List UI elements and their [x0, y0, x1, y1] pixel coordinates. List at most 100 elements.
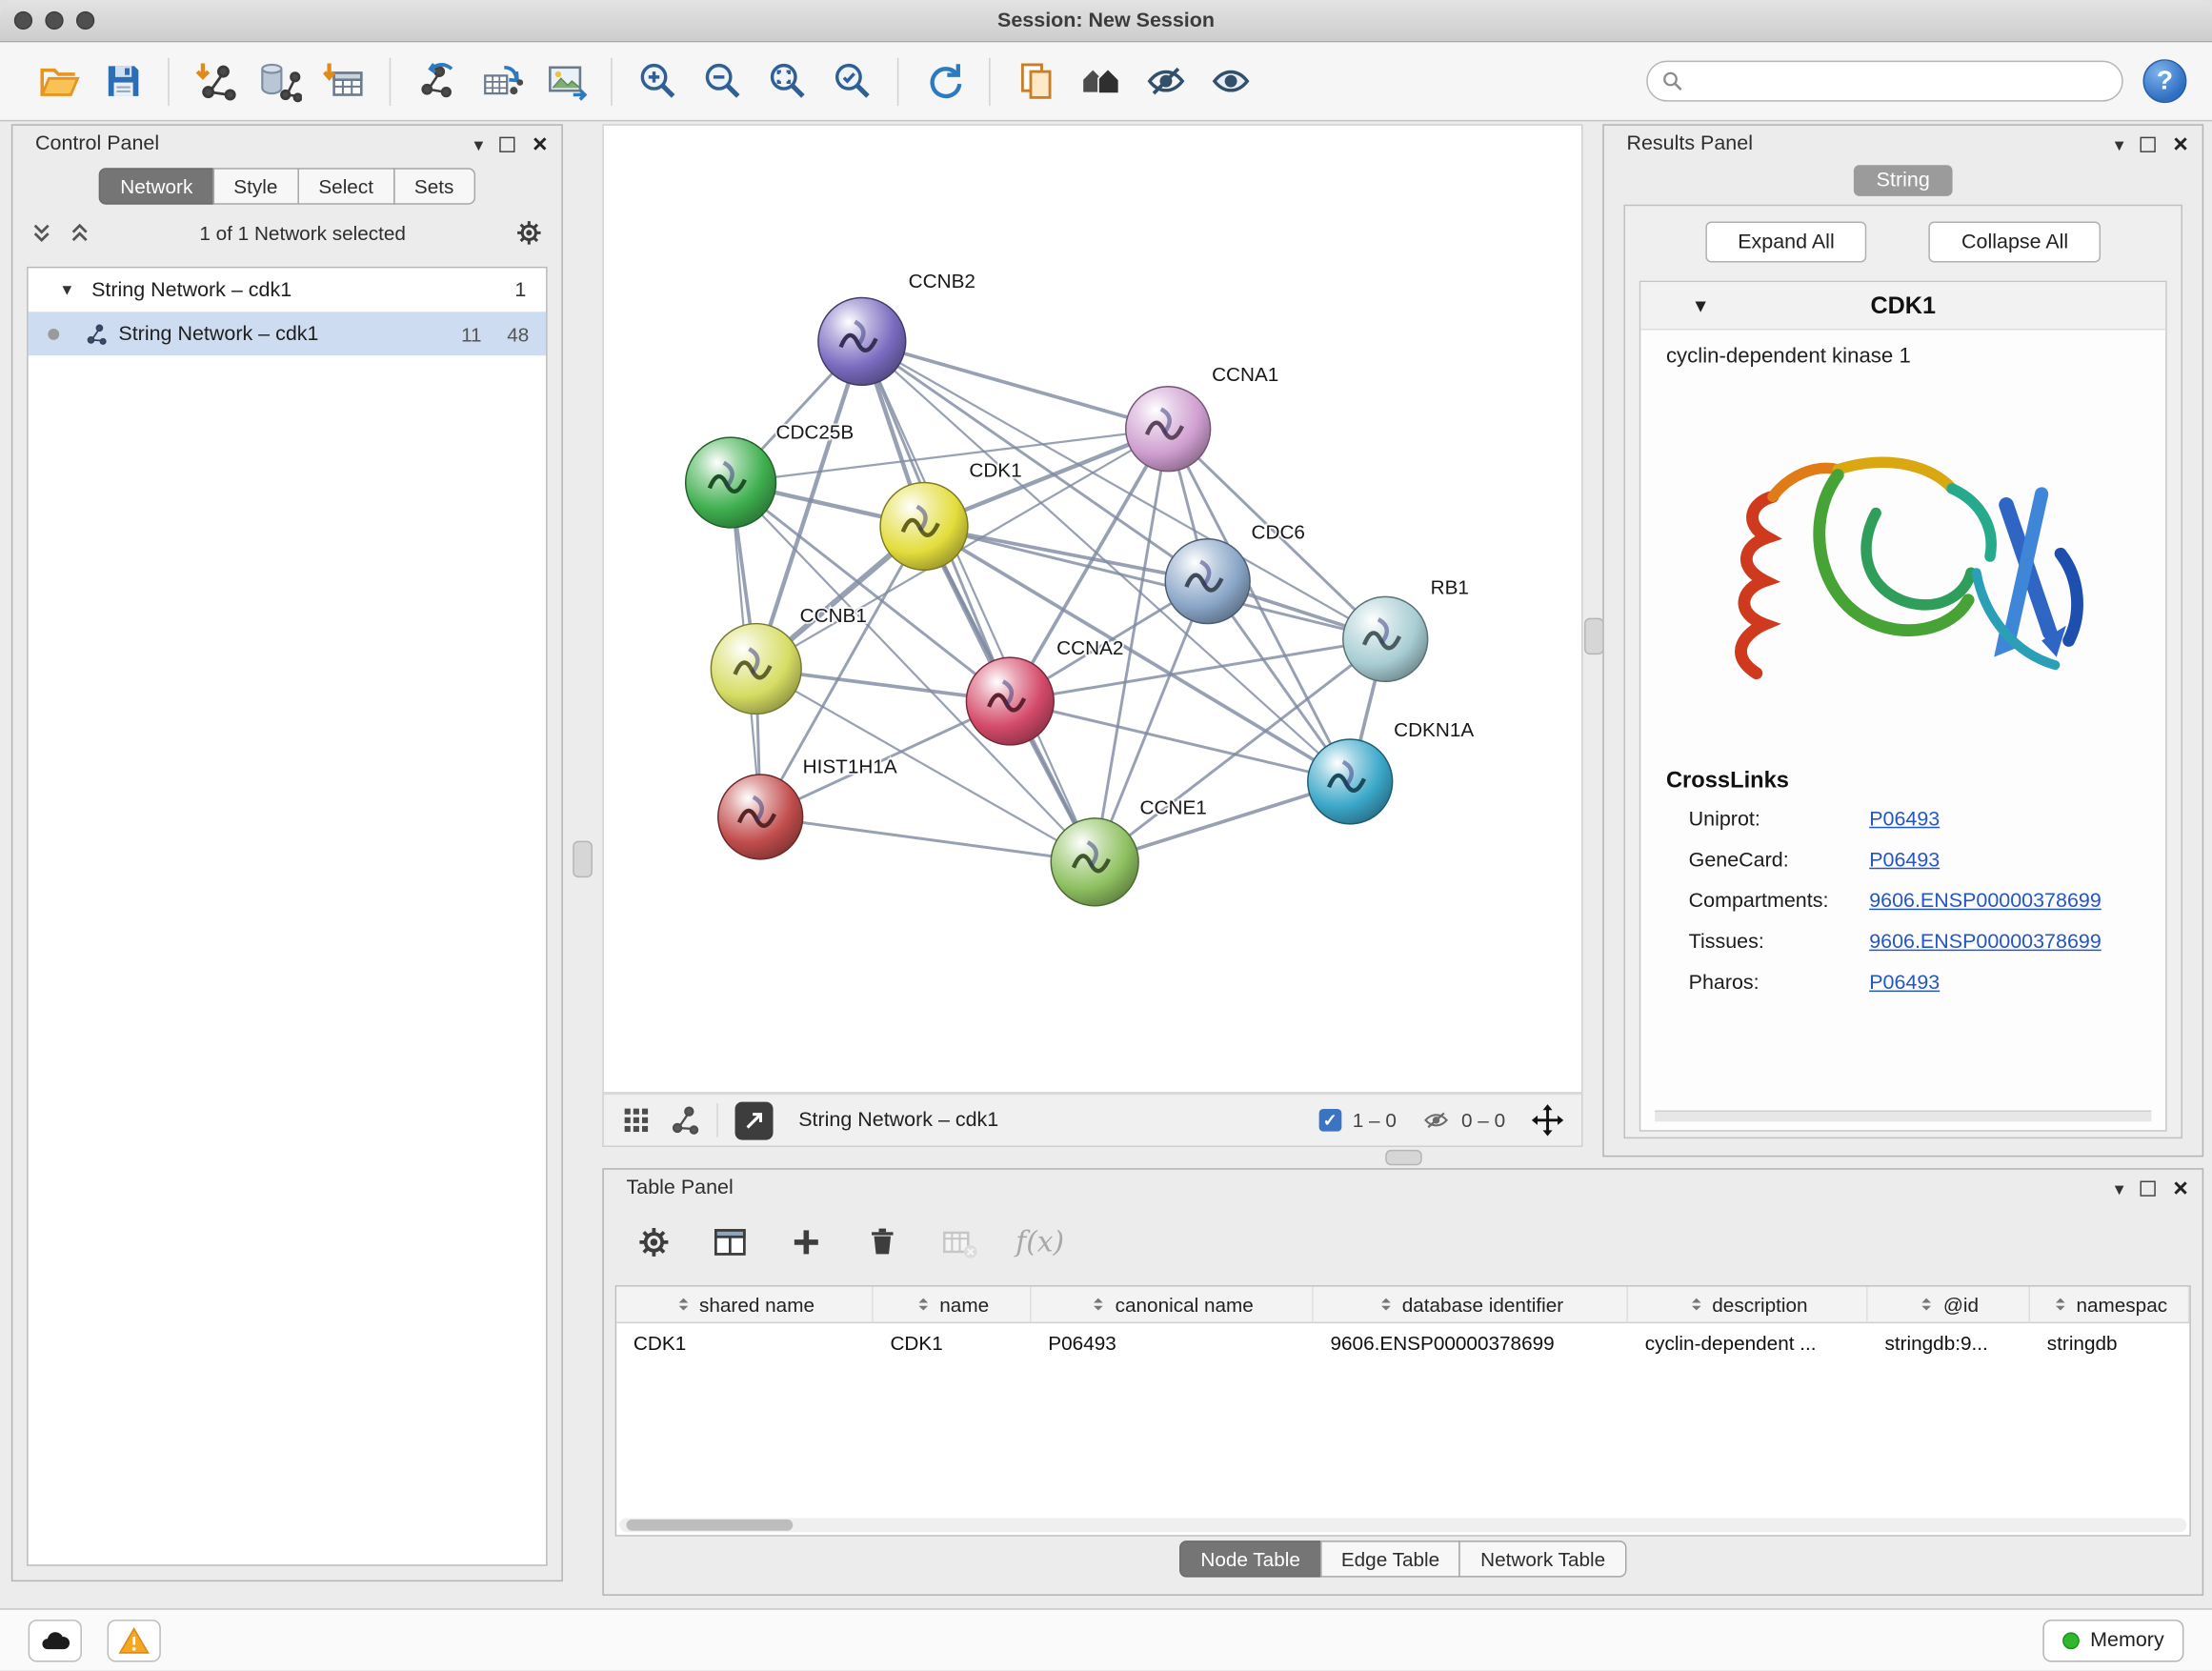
scrollbar-thumb[interactable]	[627, 1520, 794, 1531]
new-network-from-selection-button[interactable]	[1003, 50, 1068, 112]
gene-symbol: CDK1	[1870, 292, 1936, 320]
move-mode-icon[interactable]	[1531, 1103, 1565, 1137]
cell-description[interactable]: cyclin-dependent ...	[1628, 1323, 1868, 1361]
crosslink-row: Compartments: 9606.ENSP00000378699	[1666, 890, 2141, 913]
tree-expand-icon[interactable]: ▼	[59, 281, 74, 298]
tab-select[interactable]: Select	[297, 168, 394, 205]
panel-close-icon[interactable]: ×	[2173, 1176, 2188, 1201]
delete-column-icon[interactable]	[863, 1222, 901, 1260]
cell-shared-name[interactable]: CDK1	[616, 1323, 874, 1361]
network-edge[interactable]	[862, 341, 1095, 861]
panel-float-icon[interactable]	[2141, 136, 2156, 151]
panel-menu-icon[interactable]: ▾	[2115, 134, 2124, 152]
import-table-button[interactable]	[312, 50, 376, 112]
column-header[interactable]: shared name	[616, 1287, 874, 1324]
cell-id[interactable]: stringdb:9...	[1868, 1323, 2030, 1361]
export-image-icon	[544, 59, 588, 103]
show-columns-icon[interactable]	[711, 1222, 749, 1260]
network-node-label: CDK1	[969, 460, 1021, 482]
network-collection-row[interactable]: ▼ String Network – cdk1 1	[29, 268, 546, 312]
panel-float-icon[interactable]	[2141, 1180, 2156, 1196]
function-builder-icon: f(x)	[1016, 1224, 1064, 1258]
memory-button[interactable]: Memory	[2042, 1619, 2184, 1661]
network-edge[interactable]	[1010, 701, 1350, 781]
column-header[interactable]: name	[874, 1287, 1032, 1324]
network-edge[interactable]	[862, 341, 1168, 429]
column-header[interactable]: namespac	[2030, 1287, 2189, 1324]
cell-database-identifier[interactable]: 9606.ENSP00000378699	[1314, 1323, 1628, 1361]
panel-menu-icon[interactable]: ▾	[474, 134, 484, 152]
zoom-in-button[interactable]	[625, 50, 690, 112]
crosslink-link[interactable]: P06493	[1869, 809, 2140, 832]
tab-network[interactable]: Network	[99, 168, 213, 205]
crosslink-row: GeneCard: P06493	[1666, 850, 2141, 873]
section-collapse-icon[interactable]: ▼	[1692, 295, 1710, 316]
network-overview-icon[interactable]	[669, 1105, 700, 1137]
tab-node-table[interactable]: Node Table	[1179, 1540, 1321, 1578]
panel-menu-icon[interactable]: ▾	[2115, 1178, 2124, 1197]
new-network-button[interactable]	[404, 50, 469, 112]
collapse-all-icon[interactable]	[30, 219, 53, 246]
table-row[interactable]: CDK1 CDK1 P06493 9606.ENSP00000378699 cy…	[616, 1323, 2189, 1361]
cell-namespace[interactable]: stringdb	[2030, 1323, 2189, 1361]
cell-name[interactable]: CDK1	[874, 1323, 1032, 1361]
crosslink-link[interactable]: P06493	[1869, 850, 2140, 873]
tab-sets[interactable]: Sets	[393, 168, 475, 205]
network-canvas[interactable]: CCNB2CCNA1CDC25BCDK1CDC6RB1CCNB1CCNA2CDK…	[602, 124, 1582, 1093]
crosslink-row: Tissues: 9606.ENSP00000378699	[1666, 931, 2141, 954]
cell-canonical-name[interactable]: P06493	[1032, 1323, 1314, 1361]
import-network-file-button[interactable]	[182, 50, 247, 112]
crosslink-link[interactable]: 9606.ENSP00000378699	[1869, 931, 2140, 954]
cloud-status-button[interactable]	[29, 1619, 82, 1661]
network-row-selected[interactable]: String Network – cdk1 11 48	[29, 312, 546, 355]
column-header[interactable]: canonical name	[1032, 1287, 1314, 1324]
toolbar-separator	[168, 57, 169, 105]
tab-network-table[interactable]: Network Table	[1459, 1540, 1626, 1578]
refresh-button[interactable]	[912, 50, 976, 112]
search-box[interactable]	[1646, 61, 2123, 102]
zoom-selected-button[interactable]	[819, 50, 884, 112]
show-all-button[interactable]	[1197, 50, 1262, 112]
panel-close-icon[interactable]: ×	[2173, 131, 2188, 157]
warnings-button[interactable]	[108, 1619, 161, 1661]
gene-section-header[interactable]: ▼ CDK1	[1640, 282, 2165, 330]
crosslink-link[interactable]: 9606.ENSP00000378699	[1869, 890, 2140, 913]
panel-close-icon[interactable]: ×	[533, 131, 548, 157]
crosslink-link[interactable]: P06493	[1869, 972, 2140, 995]
column-header[interactable]: description	[1628, 1287, 1868, 1324]
network-options-gear-icon[interactable]	[513, 217, 545, 249]
network-view-toolbar: String Network – cdk1 ✓ 1 – 0 0 – 0	[602, 1094, 1582, 1147]
help-button[interactable]: ?	[2142, 59, 2186, 103]
panel-float-icon[interactable]	[500, 136, 515, 151]
first-neighbors-button[interactable]	[1068, 50, 1133, 112]
hide-selected-button[interactable]	[1133, 50, 1197, 112]
zoom-fit-button[interactable]	[754, 50, 819, 112]
results-scrollbar[interactable]	[1655, 1110, 2151, 1121]
network-selection-row: 1 of 1 Network selected	[12, 211, 561, 255]
tab-string[interactable]: String	[1854, 165, 1953, 196]
horizontal-splitter-grip[interactable]	[1385, 1150, 1422, 1165]
expand-all-icon[interactable]	[68, 219, 91, 246]
tab-style[interactable]: Style	[212, 168, 299, 205]
expand-all-button[interactable]: Expand All	[1705, 222, 1867, 263]
import-network-database-button[interactable]	[247, 50, 312, 112]
collapse-all-button[interactable]: Collapse All	[1929, 222, 2101, 263]
tab-edge-table[interactable]: Edge Table	[1320, 1540, 1461, 1578]
export-image-button[interactable]	[533, 50, 598, 112]
table-options-gear-icon[interactable]	[634, 1222, 673, 1260]
open-session-button[interactable]	[26, 50, 90, 112]
network-node-label: HIST1H1A	[803, 756, 897, 778]
detach-view-button[interactable]	[735, 1101, 774, 1139]
add-column-icon[interactable]	[787, 1222, 825, 1260]
vertical-splitter-grip[interactable]	[573, 841, 593, 878]
network-from-table-button[interactable]	[469, 50, 533, 112]
vertical-splitter-grip[interactable]	[1584, 618, 1604, 655]
zoom-out-button[interactable]	[690, 50, 754, 112]
table-horizontal-scrollbar[interactable]	[619, 1518, 2186, 1532]
column-header[interactable]: database identifier	[1314, 1287, 1628, 1324]
save-session-button[interactable]	[90, 50, 155, 112]
column-header[interactable]: @id	[1868, 1287, 2030, 1324]
search-input[interactable]	[1692, 69, 2108, 94]
network-edge[interactable]	[760, 816, 1095, 861]
grid-view-icon[interactable]	[621, 1105, 653, 1137]
